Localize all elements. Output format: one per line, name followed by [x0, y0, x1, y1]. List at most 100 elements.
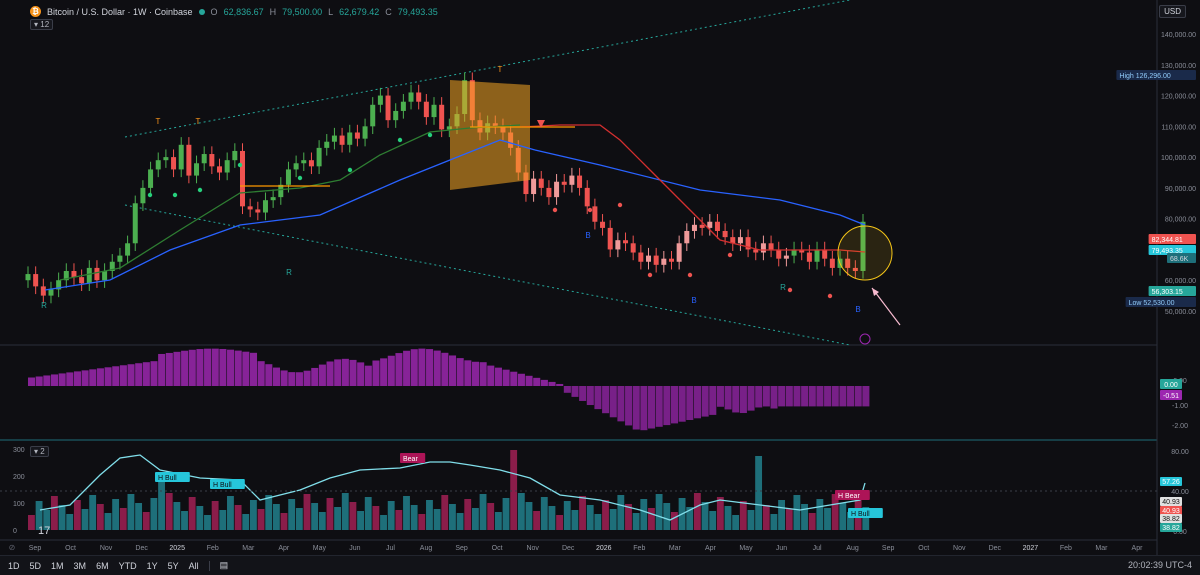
candle	[814, 241, 820, 270]
volume-bar	[341, 493, 349, 530]
price-chart[interactable]: 140,000.00 130,000.00 120,000.00 110,000.00…	[0, 0, 1200, 575]
symbol-title[interactable]: Bitcoin / U.S. Dollar · 1W · Coinbase	[47, 7, 193, 17]
oscillator-bar	[847, 386, 855, 407]
timeframe-1m[interactable]: 1M	[51, 561, 64, 571]
candle	[531, 170, 537, 202]
candle	[347, 124, 353, 153]
oscillator-bar	[219, 348, 227, 386]
candle	[615, 232, 621, 258]
timeframe-1d[interactable]: 1D	[8, 561, 20, 571]
candle-body	[722, 230, 728, 238]
volume-bar	[357, 511, 364, 530]
time-tick-label: Nov	[100, 545, 113, 552]
trail-dot	[427, 132, 433, 138]
oscillator-bar	[640, 386, 648, 431]
timeframe-5d[interactable]: 5D	[30, 561, 42, 571]
candle	[737, 229, 743, 251]
time-tick-label: Mar	[242, 545, 255, 552]
candle	[40, 278, 46, 304]
volume-bar	[81, 509, 89, 530]
oscillator-bar	[265, 364, 273, 386]
oscillator-bar	[709, 386, 717, 415]
candle	[753, 241, 759, 261]
oscillator-bar	[135, 363, 143, 386]
oscillator-bar	[816, 386, 824, 407]
oscillator-bar	[73, 371, 81, 386]
candle	[48, 281, 54, 304]
candle	[607, 220, 613, 258]
volume-bar	[181, 511, 188, 530]
candle-body	[806, 252, 812, 262]
time-tick-label: Jun	[349, 545, 360, 552]
timeframe-ytd[interactable]: YTD	[119, 561, 137, 571]
oscillator-bar	[28, 377, 36, 386]
candle	[278, 177, 284, 205]
oscillator-bar	[311, 367, 319, 386]
oscillator-bar	[249, 352, 258, 386]
oscillator-bar	[625, 386, 633, 426]
divergence-label: H Bear	[838, 493, 860, 500]
date-range-icon[interactable]: ▤	[220, 560, 229, 571]
volume-bar	[73, 500, 81, 530]
candle	[393, 103, 399, 128]
oscillator-bar	[66, 372, 74, 386]
price-tick-label: 140,000.00	[1161, 32, 1196, 39]
volume-bar	[609, 509, 617, 530]
volume-bar	[456, 513, 464, 530]
candle	[132, 195, 138, 251]
candle	[760, 235, 766, 261]
volume-bar	[471, 508, 479, 530]
tradingview-logo: 17	[38, 525, 50, 537]
currency-selector[interactable]: USD	[1159, 5, 1186, 18]
candle	[262, 192, 268, 221]
osc-tick-label: -2.00	[1172, 423, 1188, 430]
price-badge-text: Low 52,530.00	[1129, 300, 1175, 307]
time-tick-label: Dec	[989, 545, 1002, 552]
timeframe-1y[interactable]: 1Y	[147, 561, 158, 571]
volume-bar	[563, 501, 571, 530]
volume-bar	[632, 513, 640, 530]
timeframe-all[interactable]: All	[189, 561, 199, 571]
oscillator-bar	[655, 386, 663, 427]
oscillator-bar	[724, 386, 732, 410]
candle-body	[776, 249, 782, 259]
oscillator-bar	[372, 360, 380, 386]
oscillator-bar	[158, 353, 166, 386]
indicators-toggle[interactable]: ▾ 12	[30, 19, 54, 30]
candle	[668, 250, 674, 270]
candle-body	[638, 252, 644, 262]
chart-legend: ₿ Bitcoin / U.S. Dollar · 1W · Coinbase …	[30, 6, 438, 17]
timeframe-5y[interactable]: 5Y	[168, 561, 179, 571]
oscillator-bar	[165, 352, 173, 386]
volume-bar	[808, 513, 816, 530]
vol-badge-text: 57.26	[1162, 479, 1180, 486]
volume-bar	[135, 503, 143, 530]
vol-left-tick: 0	[13, 528, 17, 535]
oscillator-bar	[449, 355, 457, 386]
timeframe-3m[interactable]: 3M	[74, 561, 87, 571]
candle	[155, 152, 161, 178]
oscillator-bar	[510, 371, 518, 386]
candle-body	[331, 135, 337, 142]
candle	[102, 263, 108, 288]
time-tick-label: Feb	[207, 545, 219, 552]
oscillator-bar	[839, 386, 847, 407]
candle-body	[33, 274, 39, 287]
candle	[561, 174, 567, 193]
oscillator-bar	[234, 350, 242, 386]
oscillator-bar	[127, 364, 135, 386]
price-tick-label: 60,000.00	[1165, 278, 1196, 285]
oscillator-bar	[349, 359, 357, 386]
oscillator-bar	[104, 367, 112, 386]
candle-body	[408, 92, 414, 102]
open-value: 62,836.67	[223, 6, 264, 17]
pane-collapse-toggle[interactable]: ▾ 2	[30, 446, 49, 457]
osc-badge-text: -0.51	[1163, 393, 1179, 400]
trail-dot	[552, 207, 558, 213]
volume-bar	[127, 494, 135, 530]
candle-body	[431, 104, 437, 118]
time-tick-label: Apr	[705, 545, 717, 552]
timeframe-6m[interactable]: 6M	[96, 561, 109, 571]
candle-body	[783, 255, 789, 259]
vol-badge-text: 38.82	[1162, 525, 1180, 532]
